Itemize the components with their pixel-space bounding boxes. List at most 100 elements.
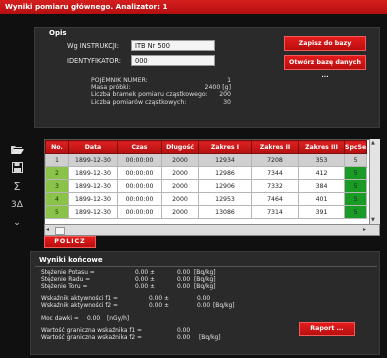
cell-date[interactable]: 1899-12-30 <box>68 179 118 193</box>
description-panel: Opis Wg INSTRUKCJI: ITB Nr 500 IDENTYFIK… <box>34 27 380 128</box>
cell-spcse[interactable]: 5 <box>343 179 368 193</box>
dose-rate-value: 0.00 <box>87 316 101 322</box>
scroll-right-icon[interactable]: ▸ <box>363 226 366 233</box>
cell-length[interactable]: 2000 <box>161 192 199 206</box>
cell-date[interactable]: 1899-12-30 <box>68 192 118 206</box>
activity-f1-value: 0.00 ± <box>149 296 169 302</box>
column-header-date[interactable]: Data <box>68 140 118 154</box>
table-row[interactable]: 2 1899-12-30 00:00:00 2000 12986 7344 41… <box>45 166 368 180</box>
cell-range-2[interactable]: 7208 <box>251 153 299 167</box>
cell-time[interactable]: 00:00:00 <box>117 166 162 180</box>
cell-spcse[interactable]: 5 <box>343 192 368 206</box>
scroll-thumb[interactable] <box>55 227 65 235</box>
cell-length[interactable]: 2000 <box>161 205 199 219</box>
table-row[interactable]: 5 1899-12-30 00:00:00 2000 13086 7314 39… <box>45 205 368 219</box>
open-db-button[interactable]: Otwórz bazę danych ... <box>284 55 366 79</box>
radium-error: 0.00 <box>177 277 191 283</box>
cell-range-1[interactable]: 13086 <box>198 205 252 219</box>
description-title: Opis <box>49 29 67 37</box>
table-row[interactable]: 1 1899-12-30 00:00:00 2000 12934 7208 35… <box>45 153 368 167</box>
results-title: Wyniki końcowe <box>39 256 103 264</box>
cell-spcse[interactable]: 5 <box>343 153 368 167</box>
identifier-field[interactable]: 000 <box>131 55 215 66</box>
limit-f2-label: Wartość graniczna wskaźnika f2 = <box>41 335 142 341</box>
cell-time[interactable]: 00:00:00 <box>117 192 162 206</box>
column-header-time[interactable]: Czas <box>117 140 162 154</box>
table-row[interactable]: 4 1899-12-30 00:00:00 2000 12953 7464 40… <box>45 192 368 206</box>
column-header-no[interactable]: No. <box>45 140 69 154</box>
radium-label: Stężenie Radu = <box>41 277 91 283</box>
cell-time[interactable]: 00:00:00 <box>117 153 162 167</box>
cell-no[interactable]: 1 <box>45 153 69 167</box>
cell-range-1[interactable]: 12953 <box>198 192 252 206</box>
cell-range-3[interactable]: 353 <box>298 153 345 167</box>
cell-no[interactable]: 3 <box>45 179 69 193</box>
limit-f2-value: 0.00 <box>177 335 191 341</box>
activity-f1-error: 0.00 <box>197 296 211 302</box>
cell-no[interactable]: 5 <box>45 205 69 219</box>
sample-info: POJEMNIK NUMER: 1 Masa próbki: 2400 [g] Li… <box>91 77 231 106</box>
thorium-error: 0.00 <box>177 284 191 290</box>
cell-range-3[interactable]: 401 <box>298 192 345 206</box>
table: No. Data Czas Długość Zakres I Zakres II… <box>45 140 368 219</box>
scroll-down-icon[interactable]: ▼ <box>371 217 375 223</box>
cell-length[interactable]: 2000 <box>161 153 199 167</box>
activity-f2-unit: [Bq/kg] <box>213 303 235 309</box>
cell-range-3[interactable]: 391 <box>298 205 345 219</box>
table-horizontal-scrollbar[interactable]: ◂ ▸ <box>44 224 380 236</box>
save-disk-icon[interactable] <box>6 162 28 176</box>
thorium-label: Stężenie Toru = <box>41 284 88 290</box>
report-button[interactable]: Raport ... <box>299 322 355 336</box>
cell-no[interactable]: 2 <box>45 166 69 180</box>
instruction-field[interactable]: ITB Nr 500 <box>131 40 215 51</box>
cell-date[interactable]: 1899-12-30 <box>68 153 118 167</box>
cell-date[interactable]: 1899-12-30 <box>68 205 118 219</box>
cell-spcse[interactable]: 5 <box>343 205 368 219</box>
limit-f2-unit: [Bq/kg] <box>199 335 221 341</box>
open-folder-icon[interactable] <box>6 144 28 158</box>
column-header-range-2[interactable]: Zakres II <box>251 140 299 154</box>
cell-time[interactable]: 00:00:00 <box>117 179 162 193</box>
cell-time[interactable]: 00:00:00 <box>117 205 162 219</box>
cell-range-3[interactable]: 412 <box>298 166 345 180</box>
cell-range-2[interactable]: 7332 <box>251 179 299 193</box>
table-vertical-scrollbar[interactable]: ▲ ▼ <box>369 139 380 224</box>
info-row-gates: Liczba bramek pomiaru cząstkowego: 200 <box>91 91 231 98</box>
main-window: Wyniki pomiaru głównego. Analizator: 1 O… <box>0 0 387 358</box>
cell-range-3[interactable]: 384 <box>298 179 345 193</box>
column-header-length[interactable]: Długość <box>161 140 199 154</box>
thorium-value: 0.00 ± <box>135 284 155 290</box>
sigma-icon[interactable]: Σ <box>6 180 28 194</box>
limit-f1-label: Wartość graniczna wskaźnika f1 = <box>41 328 142 334</box>
gates-count-label: Liczba bramek pomiaru cząstkowego: <box>91 91 208 99</box>
potassium-label: Stężenie Potasu = <box>41 270 95 276</box>
cell-range-2[interactable]: 7314 <box>251 205 299 219</box>
scroll-left-icon[interactable]: ◂ <box>46 226 49 233</box>
cell-no[interactable]: 4 <box>45 192 69 206</box>
cell-range-1[interactable]: 12986 <box>198 166 252 180</box>
save-to-db-button[interactable]: Zapisz do bazy <box>284 36 366 51</box>
three-sigma-icon[interactable]: 3Δ <box>6 198 28 212</box>
calculate-button[interactable]: POLICZ <box>44 236 96 248</box>
cell-length[interactable]: 2000 <box>161 166 199 180</box>
limit-f1-value: 0.00 <box>177 328 191 334</box>
cell-range-1[interactable]: 12934 <box>198 153 252 167</box>
info-row-mass: Masa próbki: 2400 [g] <box>91 84 231 91</box>
instruction-label: Wg INSTRUKCJI: <box>67 42 119 50</box>
chevron-down-icon[interactable]: ⌄ <box>6 216 28 230</box>
cell-spcse[interactable]: 5 <box>343 166 368 180</box>
column-header-spcse[interactable]: SpcSe <box>343 140 368 154</box>
cell-range-1[interactable]: 12906 <box>198 179 252 193</box>
identifier-label: IDENTYFIKATOR: <box>67 57 121 65</box>
column-header-range-1[interactable]: Zakres I <box>198 140 252 154</box>
column-header-range-3[interactable]: Zakres III <box>298 140 345 154</box>
cell-range-2[interactable]: 7344 <box>251 166 299 180</box>
cell-length[interactable]: 2000 <box>161 179 199 193</box>
cell-range-2[interactable]: 7464 <box>251 192 299 206</box>
scroll-up-icon[interactable]: ▲ <box>371 140 375 146</box>
table-row[interactable]: 3 1899-12-30 00:00:00 2000 12906 7332 38… <box>45 179 368 193</box>
cell-date[interactable]: 1899-12-30 <box>68 166 118 180</box>
table-header: No. Data Czas Długość Zakres I Zakres II… <box>45 140 368 154</box>
dose-rate-label: Moc dawki = <box>41 316 79 322</box>
sample-mass-value: 2400 [g] <box>204 84 231 92</box>
